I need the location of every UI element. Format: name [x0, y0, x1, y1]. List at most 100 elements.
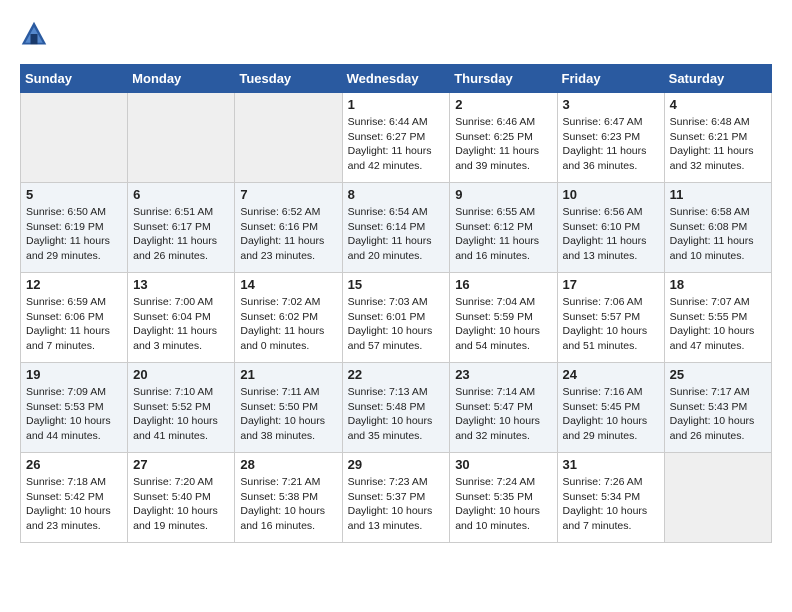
day-info: Sunrise: 6:46 AM Sunset: 6:25 PM Dayligh… — [455, 115, 551, 174]
calendar-cell — [128, 93, 235, 183]
calendar-cell: 19 Sunrise: 7:09 AM Sunset: 5:53 PM Dayli… — [21, 363, 128, 453]
day-number: 4 — [670, 97, 766, 112]
calendar-cell: 16 Sunrise: 7:04 AM Sunset: 5:59 PM Dayli… — [450, 273, 557, 363]
day-number: 3 — [563, 97, 659, 112]
calendar-cell: 22 Sunrise: 7:13 AM Sunset: 5:48 PM Dayli… — [342, 363, 450, 453]
calendar-cell — [21, 93, 128, 183]
calendar-cell: 17 Sunrise: 7:06 AM Sunset: 5:57 PM Dayli… — [557, 273, 664, 363]
day-info: Sunrise: 6:47 AM Sunset: 6:23 PM Dayligh… — [563, 115, 659, 174]
day-number: 15 — [348, 277, 445, 292]
calendar-cell: 30 Sunrise: 7:24 AM Sunset: 5:35 PM Dayli… — [450, 453, 557, 543]
calendar-week-row: 12 Sunrise: 6:59 AM Sunset: 6:06 PM Dayli… — [21, 273, 772, 363]
day-number: 7 — [240, 187, 336, 202]
day-info: Sunrise: 7:10 AM Sunset: 5:52 PM Dayligh… — [133, 385, 229, 444]
calendar-cell: 8 Sunrise: 6:54 AM Sunset: 6:14 PM Daylig… — [342, 183, 450, 273]
day-info: Sunrise: 7:20 AM Sunset: 5:40 PM Dayligh… — [133, 475, 229, 534]
day-info: Sunrise: 6:58 AM Sunset: 6:08 PM Dayligh… — [670, 205, 766, 264]
calendar-cell: 5Sunrise: 6:50 AM Sunset: 6:19 PM Daylig… — [21, 183, 128, 273]
day-number: 27 — [133, 457, 229, 472]
day-info: Sunrise: 7:24 AM Sunset: 5:35 PM Dayligh… — [455, 475, 551, 534]
day-info: Sunrise: 7:17 AM Sunset: 5:43 PM Dayligh… — [670, 385, 766, 444]
day-info: Sunrise: 6:59 AM Sunset: 6:06 PM Dayligh… — [26, 295, 122, 354]
day-info: Sunrise: 7:02 AM Sunset: 6:02 PM Dayligh… — [240, 295, 336, 354]
calendar-cell: 7 Sunrise: 6:52 AM Sunset: 6:16 PM Daylig… — [235, 183, 342, 273]
calendar-cell: 29 Sunrise: 7:23 AM Sunset: 5:37 PM Dayli… — [342, 453, 450, 543]
calendar-cell: 11 Sunrise: 6:58 AM Sunset: 6:08 PM Dayli… — [664, 183, 771, 273]
calendar-cell: 9 Sunrise: 6:55 AM Sunset: 6:12 PM Daylig… — [450, 183, 557, 273]
day-info: Sunrise: 7:07 AM Sunset: 5:55 PM Dayligh… — [670, 295, 766, 354]
day-number: 20 — [133, 367, 229, 382]
day-info: Sunrise: 6:52 AM Sunset: 6:16 PM Dayligh… — [240, 205, 336, 264]
day-info: Sunrise: 7:09 AM Sunset: 5:53 PM Dayligh… — [26, 385, 122, 444]
calendar-cell: 2 Sunrise: 6:46 AM Sunset: 6:25 PM Daylig… — [450, 93, 557, 183]
day-number: 2 — [455, 97, 551, 112]
calendar-cell: 12 Sunrise: 6:59 AM Sunset: 6:06 PM Dayli… — [21, 273, 128, 363]
day-number: 6 — [133, 187, 229, 202]
day-info: Sunrise: 7:06 AM Sunset: 5:57 PM Dayligh… — [563, 295, 659, 354]
day-of-week-header: Saturday — [664, 65, 771, 93]
logo-icon — [20, 20, 48, 48]
day-info: Sunrise: 7:23 AM Sunset: 5:37 PM Dayligh… — [348, 475, 445, 534]
day-number: 24 — [563, 367, 659, 382]
day-number: 17 — [563, 277, 659, 292]
day-of-week-header: Thursday — [450, 65, 557, 93]
calendar-cell: 27 Sunrise: 7:20 AM Sunset: 5:40 PM Dayli… — [128, 453, 235, 543]
calendar-cell: 14 Sunrise: 7:02 AM Sunset: 6:02 PM Dayli… — [235, 273, 342, 363]
day-number: 5 — [26, 187, 122, 202]
day-number: 25 — [670, 367, 766, 382]
calendar-cell: 20 Sunrise: 7:10 AM Sunset: 5:52 PM Dayli… — [128, 363, 235, 453]
calendar-cell: 31Sunrise: 7:26 AM Sunset: 5:34 PM Dayli… — [557, 453, 664, 543]
day-number: 12 — [26, 277, 122, 292]
calendar-cell: 3 Sunrise: 6:47 AM Sunset: 6:23 PM Daylig… — [557, 93, 664, 183]
day-header-row: SundayMondayTuesdayWednesdayThursdayFrid… — [21, 65, 772, 93]
page: SundayMondayTuesdayWednesdayThursdayFrid… — [0, 0, 792, 553]
calendar-week-row: 5Sunrise: 6:50 AM Sunset: 6:19 PM Daylig… — [21, 183, 772, 273]
day-info: Sunrise: 6:54 AM Sunset: 6:14 PM Dayligh… — [348, 205, 445, 264]
calendar-cell: 15 Sunrise: 7:03 AM Sunset: 6:01 PM Dayli… — [342, 273, 450, 363]
day-number: 29 — [348, 457, 445, 472]
calendar-cell: 4 Sunrise: 6:48 AM Sunset: 6:21 PM Daylig… — [664, 93, 771, 183]
day-info: Sunrise: 7:03 AM Sunset: 6:01 PM Dayligh… — [348, 295, 445, 354]
day-info: Sunrise: 6:56 AM Sunset: 6:10 PM Dayligh… — [563, 205, 659, 264]
day-number: 1 — [348, 97, 445, 112]
day-number: 26 — [26, 457, 122, 472]
day-of-week-header: Tuesday — [235, 65, 342, 93]
day-info: Sunrise: 7:21 AM Sunset: 5:38 PM Dayligh… — [240, 475, 336, 534]
day-number: 28 — [240, 457, 336, 472]
day-of-week-header: Monday — [128, 65, 235, 93]
calendar-cell: 10Sunrise: 6:56 AM Sunset: 6:10 PM Dayli… — [557, 183, 664, 273]
day-number: 30 — [455, 457, 551, 472]
day-info: Sunrise: 6:48 AM Sunset: 6:21 PM Dayligh… — [670, 115, 766, 174]
day-number: 16 — [455, 277, 551, 292]
day-info: Sunrise: 7:04 AM Sunset: 5:59 PM Dayligh… — [455, 295, 551, 354]
calendar-week-row: 1 Sunrise: 6:44 AM Sunset: 6:27 PM Daylig… — [21, 93, 772, 183]
day-number: 21 — [240, 367, 336, 382]
day-info: Sunrise: 6:44 AM Sunset: 6:27 PM Dayligh… — [348, 115, 445, 174]
calendar: SundayMondayTuesdayWednesdayThursdayFrid… — [20, 64, 772, 543]
calendar-week-row: 26 Sunrise: 7:18 AM Sunset: 5:42 PM Dayli… — [21, 453, 772, 543]
calendar-cell: 24 Sunrise: 7:16 AM Sunset: 5:45 PM Dayli… — [557, 363, 664, 453]
day-info: Sunrise: 6:51 AM Sunset: 6:17 PM Dayligh… — [133, 205, 229, 264]
calendar-cell: 18 Sunrise: 7:07 AM Sunset: 5:55 PM Dayli… — [664, 273, 771, 363]
day-number: 18 — [670, 277, 766, 292]
day-info: Sunrise: 6:55 AM Sunset: 6:12 PM Dayligh… — [455, 205, 551, 264]
calendar-cell: 1 Sunrise: 6:44 AM Sunset: 6:27 PM Daylig… — [342, 93, 450, 183]
day-of-week-header: Friday — [557, 65, 664, 93]
day-number: 22 — [348, 367, 445, 382]
day-number: 19 — [26, 367, 122, 382]
day-number: 23 — [455, 367, 551, 382]
calendar-cell — [664, 453, 771, 543]
calendar-cell: 23Sunrise: 7:14 AM Sunset: 5:47 PM Dayli… — [450, 363, 557, 453]
day-number: 9 — [455, 187, 551, 202]
day-number: 11 — [670, 187, 766, 202]
calendar-week-row: 19 Sunrise: 7:09 AM Sunset: 5:53 PM Dayli… — [21, 363, 772, 453]
calendar-cell: 13Sunrise: 7:00 AM Sunset: 6:04 PM Dayli… — [128, 273, 235, 363]
day-info: Sunrise: 7:18 AM Sunset: 5:42 PM Dayligh… — [26, 475, 122, 534]
day-info: Sunrise: 7:11 AM Sunset: 5:50 PM Dayligh… — [240, 385, 336, 444]
day-info: Sunrise: 7:16 AM Sunset: 5:45 PM Dayligh… — [563, 385, 659, 444]
day-number: 14 — [240, 277, 336, 292]
day-number: 13 — [133, 277, 229, 292]
day-info: Sunrise: 7:13 AM Sunset: 5:48 PM Dayligh… — [348, 385, 445, 444]
day-number: 8 — [348, 187, 445, 202]
calendar-cell: 6 Sunrise: 6:51 AM Sunset: 6:17 PM Daylig… — [128, 183, 235, 273]
